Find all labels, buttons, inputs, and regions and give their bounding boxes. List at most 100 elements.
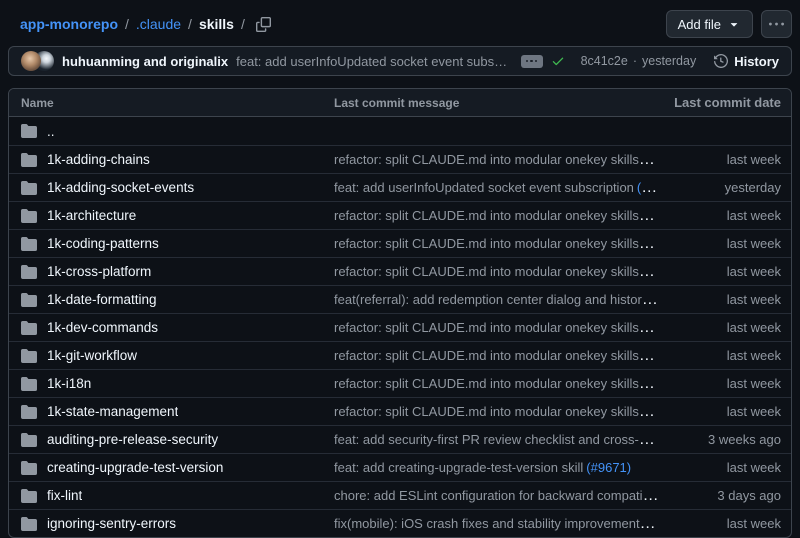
- folder-icon: [21, 320, 37, 336]
- commit-message-cell: refactor: split CLAUDE.md into modular o…: [334, 263, 661, 281]
- folder-icon: [21, 376, 37, 392]
- breadcrumb: app-monorepo / .claude / skills /: [20, 15, 273, 34]
- latest-commit-bar: huhuanming and originalix feat: add user…: [8, 46, 792, 76]
- add-file-button[interactable]: Add file: [666, 10, 753, 38]
- commit-date: last week: [661, 404, 791, 419]
- commit-message-text[interactable]: feat: add userInfoUpdated socket event s…: [236, 54, 512, 69]
- row-commit-message-link[interactable]: refactor: split CLAUDE.md into modular o…: [334, 235, 655, 252]
- add-file-label: Add file: [678, 17, 721, 32]
- row-commit-message-link[interactable]: fix(mobile): iOS crash fixes and stabili…: [334, 515, 656, 532]
- column-header-name: Name: [9, 96, 334, 110]
- folder-name-link[interactable]: 1k-coding-patterns: [47, 236, 159, 251]
- name-cell: 1k-i18n: [9, 376, 334, 392]
- repo-file-browser: app-monorepo / .claude / skills / Add fi…: [0, 0, 800, 538]
- copy-path-button[interactable]: [254, 15, 273, 34]
- folder-name-link[interactable]: fix-lint: [47, 488, 82, 503]
- row-commit-message-link[interactable]: refactor: split CLAUDE.md into modular o…: [334, 151, 655, 168]
- folder-name-link[interactable]: 1k-cross-platform: [47, 264, 151, 279]
- commit-sha-link[interactable]: 8c41c2e: [581, 54, 628, 68]
- folder-icon: [21, 488, 37, 504]
- table-row[interactable]: 1k-cross-platform refactor: split CLAUDE…: [9, 257, 791, 285]
- folder-name-link[interactable]: 1k-state-management: [47, 404, 178, 419]
- commit-time: yesterday: [642, 54, 696, 68]
- table-row[interactable]: 1k-adding-chains refactor: split CLAUDE.…: [9, 145, 791, 173]
- breadcrumb-repo-link[interactable]: app-monorepo: [20, 16, 118, 32]
- table-row[interactable]: creating-upgrade-test-version feat: add …: [9, 453, 791, 481]
- copy-icon: [256, 17, 271, 32]
- table-row[interactable]: 1k-adding-socket-events feat: add userIn…: [9, 173, 791, 201]
- commit-date: 3 weeks ago: [661, 432, 791, 447]
- commit-date: last week: [661, 236, 791, 251]
- folder-icon: [21, 123, 37, 139]
- row-commit-message-link[interactable]: refactor: split CLAUDE.md into modular o…: [334, 403, 655, 420]
- row-commit-message-link[interactable]: refactor: split CLAUDE.md into modular o…: [334, 375, 655, 392]
- commit-description-expander[interactable]: [521, 55, 543, 68]
- commit-date: last week: [661, 376, 791, 391]
- folder-name-link[interactable]: auditing-pre-release-security: [47, 432, 218, 447]
- folder-name-link[interactable]: 1k-adding-chains: [47, 152, 150, 167]
- file-table-header: Name Last commit message Last commit dat…: [9, 89, 791, 117]
- file-table: Name Last commit message Last commit dat…: [8, 88, 792, 538]
- history-clock-icon: [714, 54, 728, 68]
- row-commit-message-link[interactable]: feat: add userInfoUpdated socket event s…: [334, 180, 634, 195]
- folder-icon: [21, 348, 37, 364]
- table-row[interactable]: 1k-git-workflow refactor: split CLAUDE.m…: [9, 341, 791, 369]
- row-commit-message-link[interactable]: chore: add ESLint configuration for back…: [334, 487, 661, 504]
- name-cell: 1k-adding-chains: [9, 152, 334, 168]
- folder-name-link[interactable]: 1k-i18n: [47, 376, 91, 391]
- row-pr-link[interactable]: (#9839): [637, 180, 661, 195]
- commit-message-cell: feat(referral): add redemption center di…: [334, 291, 661, 309]
- table-row[interactable]: 1k-state-management refactor: split CLAU…: [9, 397, 791, 425]
- breadcrumb-separator: /: [188, 16, 192, 32]
- commit-date: last week: [661, 320, 791, 335]
- commit-date: last week: [661, 460, 791, 475]
- table-row[interactable]: ignoring-sentry-errors fix(mobile): iOS …: [9, 509, 791, 537]
- commit-date: last week: [661, 348, 791, 363]
- avatar-huhuanming[interactable]: [21, 51, 41, 71]
- row-commit-message-link[interactable]: refactor: split CLAUDE.md into modular o…: [334, 319, 655, 336]
- topbar: app-monorepo / .claude / skills / Add fi…: [8, 8, 792, 40]
- row-commit-message-link[interactable]: feat(referral): add redemption center di…: [334, 291, 661, 308]
- table-row[interactable]: 1k-dev-commands refactor: split CLAUDE.m…: [9, 313, 791, 341]
- commit-status-check-icon[interactable]: [551, 54, 565, 68]
- row-commit-message-link[interactable]: refactor: split CLAUDE.md into modular o…: [334, 347, 655, 364]
- commit-meta: 8c41c2e · yesterday: [581, 54, 697, 68]
- folder-icon: [21, 236, 37, 252]
- avatar-stack[interactable]: [21, 51, 54, 71]
- table-row[interactable]: 1k-date-formatting feat(referral): add r…: [9, 285, 791, 313]
- table-row[interactable]: 1k-i18n refactor: split CLAUDE.md into m…: [9, 369, 791, 397]
- breadcrumb-separator: /: [125, 16, 129, 32]
- file-table-body: .. 1k-adding-chains refactor: split CLAU…: [9, 117, 791, 537]
- folder-name-link[interactable]: 1k-dev-commands: [47, 320, 158, 335]
- table-row[interactable]: 1k-coding-patterns refactor: split CLAUD…: [9, 229, 791, 257]
- folder-icon: [21, 264, 37, 280]
- folder-icon: [21, 180, 37, 196]
- folder-name-link[interactable]: 1k-architecture: [47, 208, 136, 223]
- folder-name-link[interactable]: 1k-git-workflow: [47, 348, 137, 363]
- commit-message-cell: refactor: split CLAUDE.md into modular o…: [334, 235, 661, 253]
- folder-name-link[interactable]: 1k-date-formatting: [47, 292, 157, 307]
- row-commit-message-link[interactable]: refactor: split CLAUDE.md into modular o…: [334, 263, 655, 280]
- folder-name-link[interactable]: ignoring-sentry-errors: [47, 516, 176, 531]
- commit-message-cell: feat: add security-first PR review check…: [334, 431, 661, 449]
- row-commit-message-link[interactable]: feat: add creating-upgrade-test-version …: [334, 460, 583, 475]
- table-row[interactable]: fix-lint chore: add ESLint configuration…: [9, 481, 791, 509]
- folder-name-link[interactable]: 1k-adding-socket-events: [47, 180, 194, 195]
- row-commit-message-link[interactable]: refactor: split CLAUDE.md into modular o…: [334, 207, 655, 224]
- folder-name-link[interactable]: creating-upgrade-test-version: [47, 460, 223, 475]
- table-row[interactable]: ..: [9, 117, 791, 145]
- history-label: History: [734, 54, 779, 69]
- row-pr-link[interactable]: (#9671): [586, 460, 631, 475]
- folder-name-link[interactable]: ..: [47, 124, 55, 139]
- breadcrumb-current: skills: [199, 16, 234, 32]
- table-row[interactable]: auditing-pre-release-security feat: add …: [9, 425, 791, 453]
- row-commit-message-link[interactable]: feat: add security-first PR review check…: [334, 431, 661, 448]
- history-button[interactable]: History: [714, 54, 779, 69]
- commit-authors-link[interactable]: huhuanming and originalix: [62, 54, 228, 69]
- name-cell: ignoring-sentry-errors: [9, 516, 334, 532]
- breadcrumb-parent-link[interactable]: .claude: [136, 16, 181, 32]
- commit-date: last week: [661, 516, 791, 531]
- commit-message-cell: refactor: split CLAUDE.md into modular o…: [334, 375, 661, 393]
- table-row[interactable]: 1k-architecture refactor: split CLAUDE.m…: [9, 201, 791, 229]
- more-options-button[interactable]: [761, 10, 792, 38]
